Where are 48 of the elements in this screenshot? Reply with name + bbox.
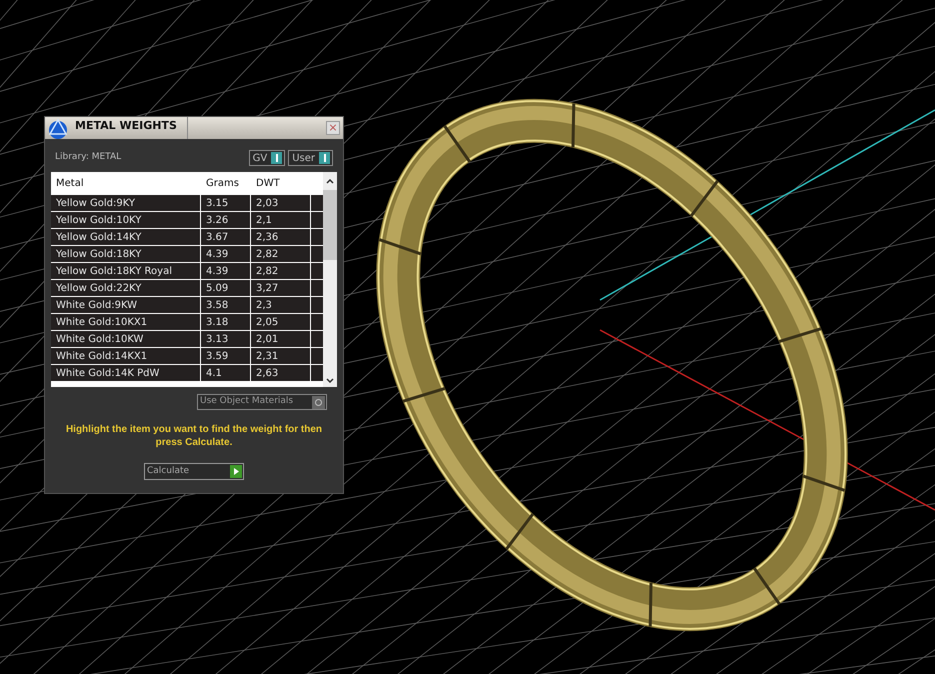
dwt-cell: 2,3 [251, 297, 311, 313]
grams-cell: 4.39 [201, 246, 251, 262]
grams-cell: 3.18 [201, 314, 251, 330]
scroll-thumb[interactable] [323, 190, 337, 260]
window-title: METAL WEIGHTS [75, 118, 177, 134]
metal-name-cell[interactable]: Yellow Gold:18KY Royal [51, 263, 201, 279]
metal-name-cell[interactable]: White Gold:14KX1 [51, 348, 201, 364]
library-label: Library: METAL [55, 151, 122, 164]
column-header[interactable]: Grams [201, 176, 251, 191]
dwt-cell: 3,27 [251, 280, 311, 296]
metal-name-cell[interactable]: Yellow Gold:14KY [51, 229, 201, 245]
play-icon [230, 465, 242, 478]
dwt-cell: 2,03 [251, 195, 311, 211]
metal-name-cell[interactable]: Yellow Gold:10KY [51, 212, 201, 228]
grams-cell: 3.67 [201, 229, 251, 245]
grams-cell: 4.39 [201, 263, 251, 279]
metal-name-cell[interactable]: White Gold:10KX1 [51, 314, 201, 330]
dwt-cell: 2,31 [251, 348, 311, 364]
metal-name-cell[interactable]: Yellow Gold:9KY [51, 195, 201, 211]
column-header[interactable]: DWT [251, 176, 311, 191]
dwt-cell: 2,82 [251, 246, 311, 262]
grams-cell: 3.15 [201, 195, 251, 211]
calculate-button[interactable]: Calculate [144, 463, 244, 480]
dwt-cell: 2,82 [251, 263, 311, 279]
dwt-cell: 2,1 [251, 212, 311, 228]
grams-cell: 5.09 [201, 280, 251, 296]
hint-text: Highlight the item you want to find the weight for then press Calculate. [64, 423, 324, 449]
column-header[interactable]: Metal [51, 176, 201, 191]
grams-cell: 4.1 [201, 365, 251, 381]
dwt-cell: 2,36 [251, 229, 311, 245]
metal-name-cell[interactable]: Yellow Gold:22KY [51, 280, 201, 296]
metal-name-cell[interactable]: White Gold:10KW [51, 331, 201, 347]
metal-name-cell[interactable]: White Gold:9KW [51, 297, 201, 313]
dwt-cell: 2,63 [251, 365, 311, 381]
dwt-cell: 2,05 [251, 314, 311, 330]
dwt-cell: 2,01 [251, 331, 311, 347]
use-object-materials-toggle[interactable]: Use Object Materials [197, 394, 327, 410]
metal-name-cell[interactable]: Yellow Gold:18KY [51, 246, 201, 262]
grams-cell: 3.26 [201, 212, 251, 228]
scroll-up-icon[interactable] [326, 179, 334, 184]
toggle-button[interactable]: GV [248, 150, 286, 166]
scrollbar[interactable] [323, 172, 337, 387]
toggle-button[interactable]: User [288, 150, 333, 166]
grams-cell: 3.59 [201, 348, 251, 364]
scroll-down-icon[interactable] [326, 378, 334, 383]
grams-cell: 3.13 [201, 331, 251, 347]
metal-name-cell[interactable]: White Gold:14K PdW [51, 365, 201, 381]
grams-cell: 3.58 [201, 297, 251, 313]
